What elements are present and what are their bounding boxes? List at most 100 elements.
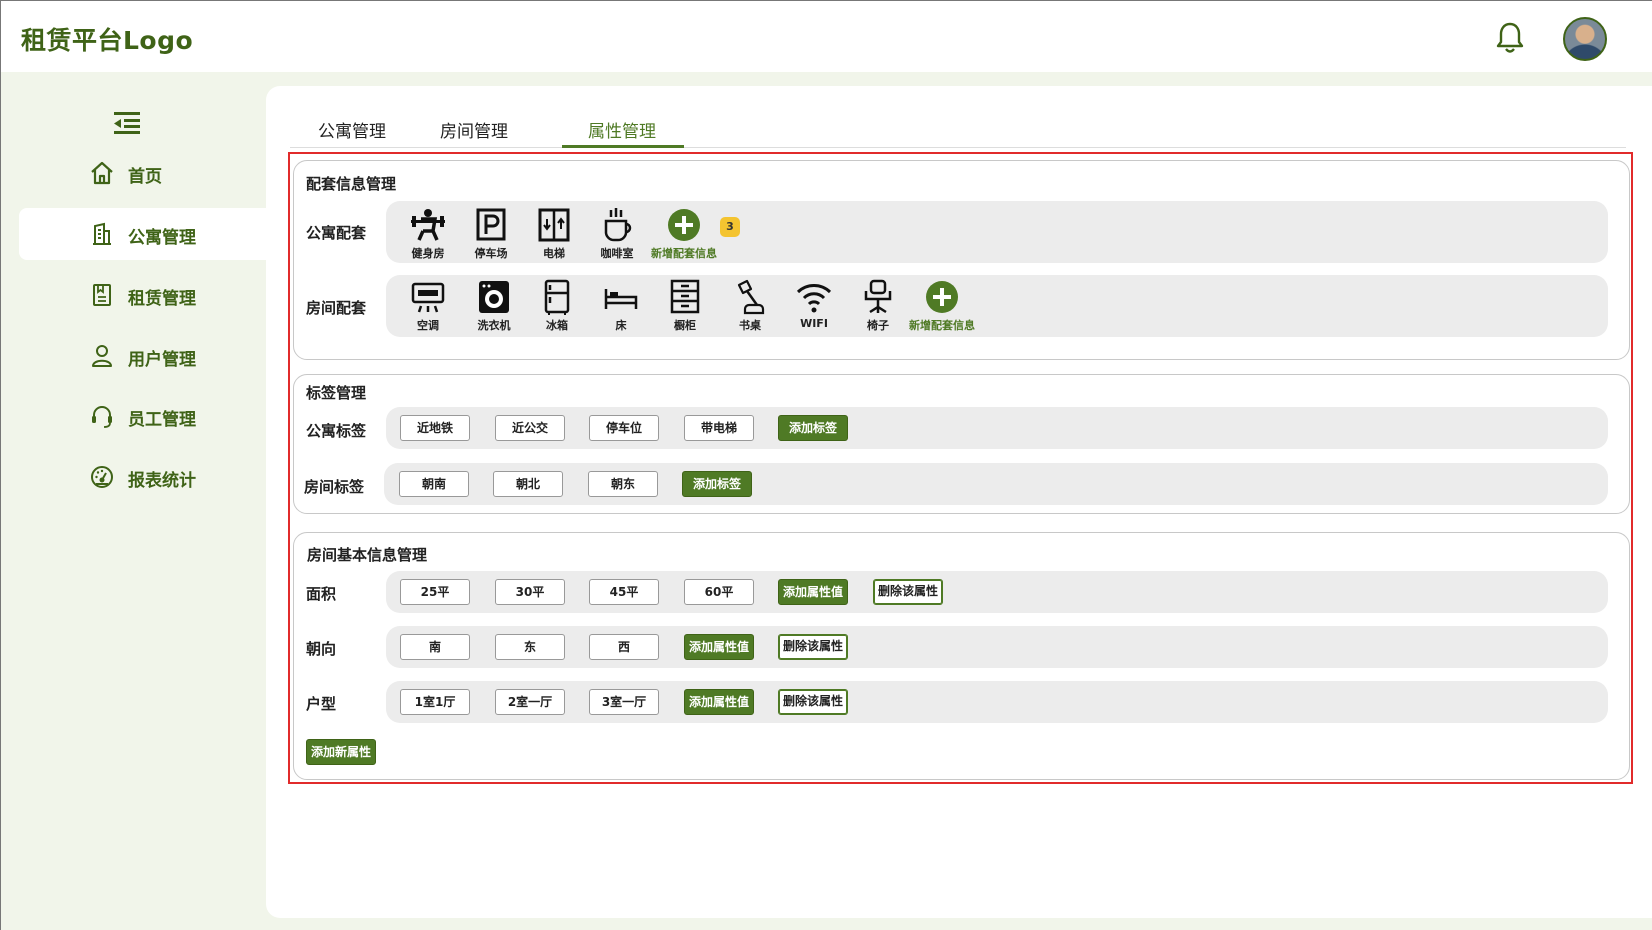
attribute-value-chip[interactable]: 南 [400, 634, 470, 660]
attribute-value-chip[interactable]: 45平 [589, 579, 659, 605]
sidebar-item-apartment[interactable]: 公寓管理 [19, 208, 266, 260]
add-facility-button[interactable]: 新增配套信息 [648, 207, 720, 261]
headset-icon [92, 406, 112, 428]
facility-item[interactable]: 冰箱 [524, 279, 590, 333]
row-label: 房间标签 [304, 478, 365, 496]
add-facility-button[interactable]: 新增配套信息 [906, 279, 978, 333]
sidebar-item-staff[interactable]: 员工管理 [19, 390, 266, 442]
facility-item[interactable]: 洗衣机 [461, 279, 527, 333]
attribute-value-chip[interactable]: 3室一厅 [589, 689, 659, 715]
apartment-tags-row: 近地铁 近公交 停车位 带电梯 添加标签 [386, 407, 1608, 449]
attribute-row-orientation: 南 东 西 添加属性值 删除该属性 [386, 626, 1608, 668]
tag-chip[interactable]: 停车位 [589, 415, 659, 441]
bell-icon[interactable] [1495, 21, 1525, 55]
tag-chip[interactable]: 近地铁 [400, 415, 470, 441]
card-title: 房间基本信息管理 [307, 546, 428, 564]
air-conditioner-icon [411, 282, 445, 313]
room-info-card: 房间基本信息管理 面积 25平 30平 45平 60平 添加属性值 删除该属性 … [293, 532, 1630, 780]
row-label: 面积 [306, 585, 337, 603]
facility-item[interactable]: 橱柜 [652, 279, 718, 333]
add-attribute-value-button[interactable]: 添加属性值 [684, 634, 754, 660]
attribute-value-chip[interactable]: 30平 [495, 579, 565, 605]
contract-icon [93, 284, 111, 306]
sidebar-item-label: 租赁管理 [128, 289, 196, 309]
tab-attributes[interactable]: 属性管理 [588, 117, 656, 147]
facility-item[interactable]: 书桌 [717, 279, 783, 333]
chair-icon [864, 279, 892, 314]
wifi-icon [796, 284, 832, 313]
sidebar-item-label: 员工管理 [128, 410, 196, 430]
tab-bar: 公寓管理 房间管理 属性管理 [290, 112, 1626, 148]
bed-icon [604, 289, 638, 309]
tab-room[interactable]: 房间管理 [440, 117, 508, 147]
tag-chip[interactable]: 朝东 [588, 471, 658, 497]
tag-chip[interactable]: 带电梯 [684, 415, 754, 441]
row-label: 朝向 [306, 640, 337, 658]
facility-item[interactable]: 床 [588, 279, 654, 333]
row-label: 公寓标签 [306, 422, 367, 440]
apartment-facilities-row: 健身房 停车场 电梯 咖啡室 新增配套信息 3 [386, 201, 1608, 263]
plus-circle-icon [668, 209, 700, 241]
attribute-value-chip[interactable]: 东 [495, 634, 565, 660]
facility-item[interactable]: 电梯 [521, 207, 587, 261]
tag-chip[interactable]: 朝南 [399, 471, 469, 497]
delete-attribute-button[interactable]: 删除该属性 [873, 579, 943, 605]
washing-machine-icon [479, 281, 509, 313]
sidebar-item-lease[interactable]: 租赁管理 [19, 269, 266, 321]
card-title: 标签管理 [306, 384, 367, 402]
facility-item[interactable]: WIFI [781, 279, 847, 330]
cabinet-icon [670, 279, 700, 314]
tag-chip[interactable]: 近公交 [495, 415, 565, 441]
room-facilities-row: 空调 洗衣机 冰箱 床 橱柜 书桌 WIFI 椅子 新增配套信息 [386, 275, 1608, 337]
parking-icon [476, 208, 506, 241]
add-attribute-value-button[interactable]: 添加属性值 [684, 689, 754, 715]
coffee-icon [604, 208, 632, 242]
user-avatar[interactable] [1563, 17, 1607, 61]
row-label: 户型 [306, 695, 337, 713]
add-attribute-value-button[interactable]: 添加属性值 [778, 579, 848, 605]
add-tag-button[interactable]: 添加标签 [778, 415, 848, 441]
add-tag-button[interactable]: 添加标签 [682, 471, 752, 497]
sidebar-item-label: 用户管理 [128, 350, 196, 370]
sidebar-item-users[interactable]: 用户管理 [19, 330, 266, 382]
plus-circle-icon [926, 281, 958, 313]
menu-collapse-icon[interactable] [112, 110, 142, 136]
attribute-value-chip[interactable]: 25平 [400, 579, 470, 605]
card-title: 配套信息管理 [306, 175, 397, 193]
facility-item[interactable]: 咖啡室 [584, 207, 650, 261]
tags-card: 标签管理 公寓标签 近地铁 近公交 停车位 带电梯 添加标签 房间标签 朝南 朝… [293, 374, 1630, 514]
facility-item[interactable]: 空调 [395, 279, 461, 333]
building-icon [93, 222, 111, 245]
sidebar-item-home[interactable]: 首页 [19, 147, 266, 199]
app-logo[interactable]: 租赁平台Logo [21, 21, 193, 57]
add-new-attribute-button[interactable]: 添加新属性 [306, 739, 376, 765]
active-tab-indicator [562, 145, 684, 148]
attribute-value-chip[interactable]: 2室一厅 [495, 689, 565, 715]
desk-lamp-icon [737, 279, 765, 315]
main-panel: 公寓管理 房间管理 属性管理 配套信息管理 公寓配套 健身房 停车场 电梯 咖啡… [266, 86, 1652, 918]
facility-item[interactable]: 椅子 [845, 279, 911, 333]
facility-item[interactable]: 停车场 [458, 207, 524, 261]
sidebar-item-reports[interactable]: 报表统计 [19, 451, 266, 503]
dashboard-icon [91, 466, 113, 488]
user-icon [92, 345, 112, 367]
elevator-icon [538, 208, 570, 242]
delete-attribute-button[interactable]: 删除该属性 [778, 634, 848, 660]
home-icon [91, 161, 113, 185]
room-tags-row: 朝南 朝北 朝东 添加标签 [384, 463, 1608, 505]
sidebar-item-label: 首页 [128, 167, 162, 187]
attribute-value-chip[interactable]: 1室1厅 [400, 689, 470, 715]
gym-icon [411, 209, 445, 241]
tag-chip[interactable]: 朝北 [493, 471, 563, 497]
attribute-row-layout: 1室1厅 2室一厅 3室一厅 添加属性值 删除该属性 [386, 681, 1608, 723]
fridge-icon [544, 279, 570, 315]
sidebar-item-label: 报表统计 [128, 471, 196, 491]
row-label: 公寓配套 [306, 224, 367, 242]
attribute-value-chip[interactable]: 西 [589, 634, 659, 660]
sidebar-item-label: 公寓管理 [128, 228, 196, 248]
delete-attribute-button[interactable]: 删除该属性 [778, 689, 848, 715]
tab-apartment[interactable]: 公寓管理 [318, 117, 386, 147]
attribute-value-chip[interactable]: 60平 [684, 579, 754, 605]
facility-item[interactable]: 健身房 [395, 207, 461, 261]
count-badge: 3 [720, 217, 740, 237]
